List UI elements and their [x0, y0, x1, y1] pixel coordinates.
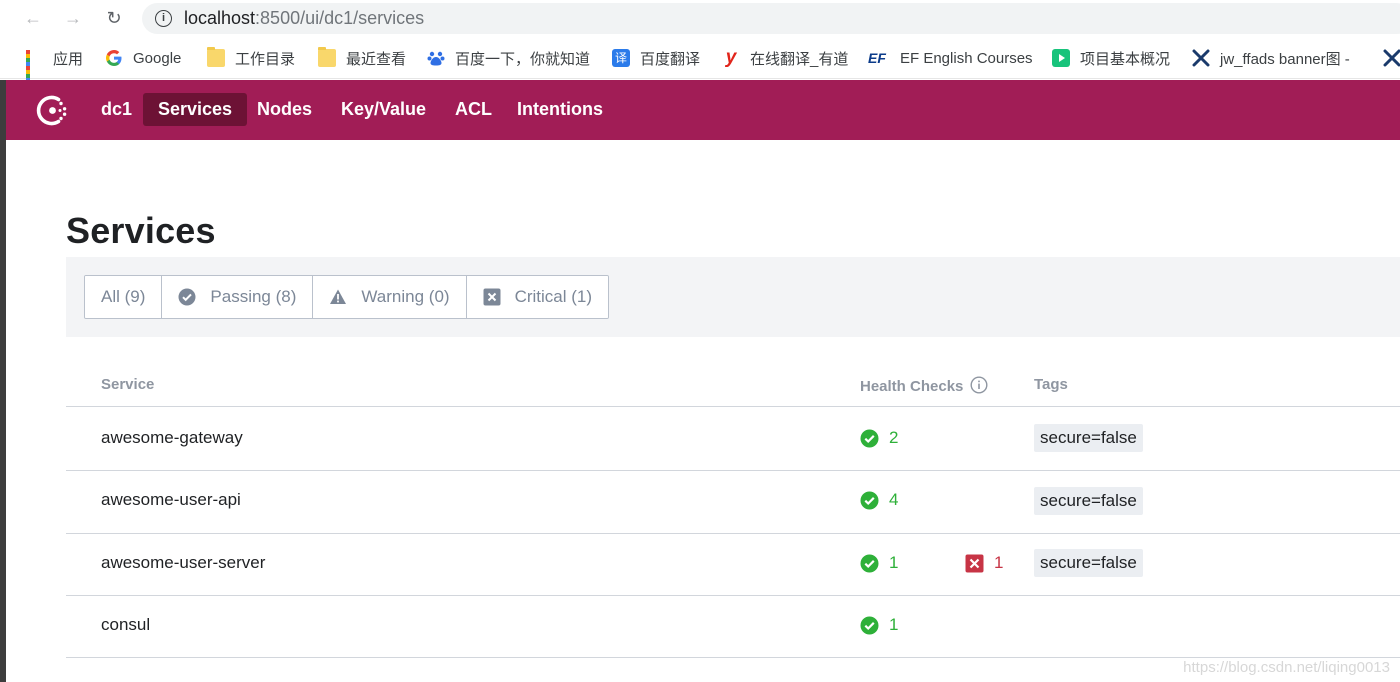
baidu-paw-icon [427, 51, 445, 66]
filter-passing[interactable]: Passing (8) [162, 276, 314, 318]
passing-check-icon [178, 288, 196, 306]
service-name-link[interactable]: consul [101, 615, 150, 635]
passing-count-value: 1 [889, 553, 899, 572]
google-g-icon [106, 50, 122, 66]
passing-check-icon [860, 491, 879, 509]
browser-toolbar: ← → ↻ i localhost:8500/ui/dc1/services [0, 0, 1400, 38]
address-bar[interactable]: i localhost:8500/ui/dc1/services [142, 3, 1400, 34]
service-tag: secure=false [1034, 424, 1143, 452]
passing-check-icon [860, 616, 879, 634]
column-header-tags: Tags [1034, 376, 1068, 393]
service-name-link[interactable]: awesome-gateway [101, 428, 243, 448]
bookmark-label: 工作目录 [235, 50, 296, 68]
nav-item-services[interactable]: Services [143, 93, 248, 126]
bookmark-baidu-translate[interactable]: 译 百度翻译 [612, 47, 700, 69]
nav-item-intentions[interactable]: Intentions [502, 93, 618, 126]
site-info-icon[interactable]: i [155, 10, 172, 27]
site-x-icon [1192, 49, 1210, 67]
bookmark-project[interactable]: 项目基本概况 [1052, 47, 1170, 69]
health-filter-group: All (9) Passing (8) Warning (0) Critical… [84, 275, 610, 319]
passing-count: 2 [860, 428, 898, 448]
passing-check-icon [860, 429, 879, 447]
bookmark-label: Google [133, 49, 182, 67]
bookmarks-bar: 应用 Google 工作目录 最近查看 百度一下，你就知道 译 百度翻译 y 在… [0, 38, 1400, 86]
table-divider [66, 406, 1400, 407]
bookmark-apps[interactable]: 应用 [25, 47, 84, 86]
bookmark-label: 百度一下，你就知道 [455, 50, 591, 68]
play-icon [1052, 49, 1070, 67]
bookmark-label: EF English Courses [900, 49, 1033, 67]
bookmark-label: jw_ffads banner图 - [1220, 50, 1350, 68]
nav-item-acl[interactable]: ACL [440, 93, 507, 126]
filter-all[interactable]: All (9) [85, 276, 163, 318]
bookmark-baidu[interactable]: 百度一下，你就知道 [427, 47, 590, 69]
filter-critical[interactable]: Critical (1) [466, 276, 609, 318]
critical-x-icon [483, 288, 501, 306]
back-arrow-icon[interactable]: ← [20, 6, 46, 30]
column-header-health-label: Health Checks [860, 378, 964, 395]
folder-icon [318, 47, 336, 67]
nav-item-key-value[interactable]: Key/Value [326, 93, 441, 126]
watermark: https://blog.csdn.net/liqing0013 [1183, 659, 1390, 676]
bookmark-work-folder[interactable]: 工作目录 [207, 47, 295, 69]
passing-count: 4 [860, 490, 898, 510]
translate-icon: 译 [612, 49, 630, 67]
info-icon[interactable] [970, 376, 988, 394]
critical-count: 1 [965, 553, 1003, 573]
reload-icon[interactable]: ↻ [101, 6, 127, 30]
bookmark-label: 应用 [53, 50, 84, 68]
column-header-health-checks: Health Checks [860, 376, 988, 395]
datacenter-selector[interactable]: dc1 [86, 93, 147, 126]
passing-check-icon [860, 554, 879, 572]
service-name-link[interactable]: awesome-user-server [101, 553, 265, 573]
top-nav: dc1 Services Nodes Key/Value ACL Intenti… [6, 80, 1400, 140]
filter-label: All (9) [101, 287, 146, 306]
filter-label: Critical (1) [514, 287, 593, 306]
filter-warning[interactable]: Warning (0) [313, 276, 467, 318]
youdao-icon: y [725, 47, 737, 68]
bookmark-label: 最近查看 [346, 50, 407, 68]
bookmark-youdao[interactable]: y 在线翻译_有道 [722, 47, 849, 69]
bookmark-ef[interactable]: EF EF English Courses [868, 47, 1033, 69]
url-path: :8500/ui/dc1/services [255, 8, 425, 28]
passing-count: 1 [860, 553, 898, 573]
bookmark-jw-ffads[interactable]: jw_ffads banner图 - [1192, 47, 1350, 69]
apps-grid-icon [25, 49, 43, 86]
filter-label: Warning (0) [361, 287, 450, 306]
window-edge [0, 80, 6, 682]
bookmark-label: 百度翻译 [640, 50, 701, 68]
nav-item-nodes[interactable]: Nodes [242, 93, 327, 126]
page-title: Services [66, 210, 216, 251]
critical-x-icon [965, 554, 984, 572]
row-divider [66, 470, 1400, 471]
service-tag: secure=false [1034, 549, 1143, 577]
forward-arrow-icon[interactable]: → [60, 6, 86, 30]
bookmark-google[interactable]: Google [105, 47, 181, 69]
passing-count-value: 1 [889, 615, 899, 634]
filter-label: Passing (8) [210, 287, 297, 306]
row-divider [66, 657, 1400, 658]
warning-triangle-icon [329, 288, 347, 306]
passing-count-value: 2 [889, 428, 899, 447]
bookmark-recent-folder[interactable]: 最近查看 [318, 47, 406, 69]
bookmark-overflow[interactable] [1383, 47, 1400, 69]
consul-logo-icon[interactable] [36, 94, 69, 127]
service-name-link[interactable]: awesome-user-api [101, 490, 241, 510]
critical-count-value: 1 [994, 553, 1004, 572]
url-host: localhost [184, 8, 256, 28]
ef-logo-icon: EF [868, 50, 886, 66]
column-header-service[interactable]: Service [101, 376, 154, 393]
row-divider [66, 595, 1400, 596]
bookmark-label: 项目基本概况 [1080, 50, 1171, 68]
folder-icon [207, 47, 225, 67]
row-divider [66, 533, 1400, 534]
passing-count: 1 [860, 615, 898, 635]
service-tag: secure=false [1034, 487, 1143, 515]
filter-bar: All (9) Passing (8) Warning (0) Critical… [66, 257, 1400, 337]
passing-count-value: 4 [889, 490, 899, 509]
site-x-icon [1383, 49, 1400, 67]
url-text[interactable]: localhost:8500/ui/dc1/services [184, 8, 424, 29]
bookmark-label: 在线翻译_有道 [750, 50, 849, 68]
